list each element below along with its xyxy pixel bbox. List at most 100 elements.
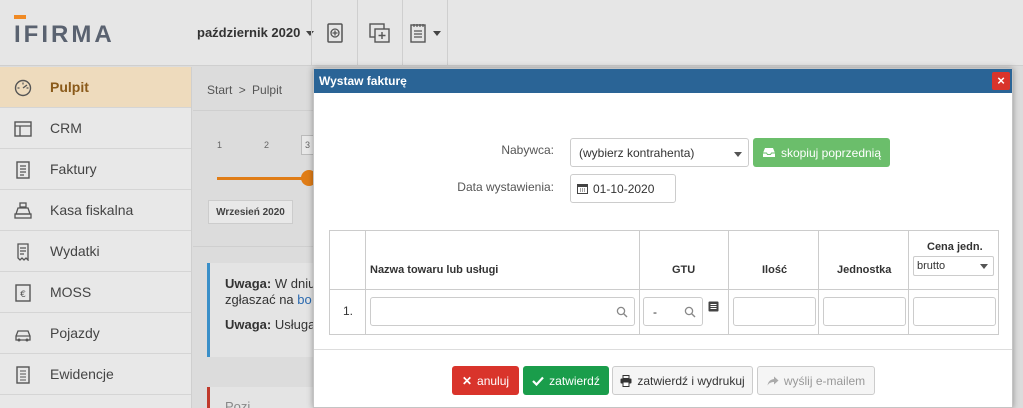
sidebar-item-kasa-fiskalna[interactable]: Kasa fiskalna <box>0 190 191 231</box>
logo-text: IFIRMA <box>14 21 115 48</box>
sidebar-item-wydatki[interactable]: Wydatki <box>0 231 191 272</box>
cancel-button[interactable]: ✕ anuluj <box>452 366 519 395</box>
sidebar-item-label: Pojazdy <box>50 325 100 341</box>
chevron-down-icon <box>734 152 742 157</box>
close-icon[interactable]: × <box>992 72 1010 90</box>
sidebar-item-label: Ewidencje <box>50 366 114 382</box>
confirm-print-button[interactable]: zatwierdź i wydrukuj <box>612 366 753 395</box>
ifirma-logo[interactable]: IFIRMA <box>14 15 124 51</box>
check-icon <box>532 376 544 386</box>
breadcrumb-start[interactable]: Start <box>207 83 232 97</box>
gtu-input[interactable]: - <box>643 297 703 326</box>
buyer-select-value: (wybierz kontrahenta) <box>579 146 695 160</box>
item-name-input[interactable] <box>370 297 635 326</box>
buyer-label: Nabywca: <box>501 143 554 157</box>
add-window-icon <box>369 23 390 43</box>
calendar-icon <box>577 184 588 194</box>
send-email-button[interactable]: wyślij e-mailem <box>757 366 875 395</box>
col-number <box>330 231 366 334</box>
copy-previous-label: skopiuj poprzednią <box>780 145 882 160</box>
notice-line-1: Uwaga: W dniu <box>225 276 316 291</box>
close-icon: ✕ <box>461 373 473 388</box>
notice-line-3: Uwaga: Usługa <box>225 317 316 332</box>
header-divider <box>330 289 998 290</box>
notes-icon <box>410 24 426 43</box>
issue-date-field[interactable]: 01-10-2020 <box>570 174 676 203</box>
price-type-select[interactable]: brutto <box>913 256 994 276</box>
gtu-value: - <box>653 305 657 319</box>
new-document-button[interactable] <box>311 0 357 66</box>
confirm-button[interactable]: zatwierdź <box>523 366 609 395</box>
sidebar-item-pulpit[interactable]: Pulpit <box>0 67 191 108</box>
breadcrumb: Start > Pulpit <box>207 83 282 97</box>
step-number: 2 <box>264 140 270 150</box>
header-name: Nazwa towaru lub usługi <box>370 264 499 276</box>
svg-text:€: € <box>20 290 26 300</box>
share-icon <box>767 376 779 385</box>
date-label: Data wystawienia: <box>457 180 554 194</box>
chevron-down-icon <box>433 30 441 36</box>
search-icon <box>684 306 696 318</box>
sidebar-item-label: CRM <box>50 120 82 136</box>
sidebar: Pulpit CRM Faktury Kasa fiskalna Wydatki… <box>0 67 192 408</box>
buyer-select[interactable]: (wybierz kontrahenta) <box>570 138 749 167</box>
sidebar-item-ewidencje[interactable]: Ewidencje <box>0 354 191 395</box>
step-number: 1 <box>217 140 223 150</box>
step-number: 3 <box>305 140 311 150</box>
copy-previous-button[interactable]: skopiuj poprzednią <box>753 138 890 167</box>
add-window-button[interactable] <box>357 0 402 66</box>
page-edge <box>1013 67 1023 408</box>
car-icon <box>15 330 31 342</box>
issue-date-value: 01-10-2020 <box>593 182 655 196</box>
dashboard-icon <box>14 79 32 97</box>
moss-icon: € <box>15 284 31 302</box>
crm-icon <box>14 121 32 137</box>
sidebar-item-label: Wydatki <box>50 243 100 259</box>
expenses-icon <box>17 243 29 261</box>
breadcrumb-current: Pulpit <box>252 83 283 97</box>
print-icon <box>620 374 632 387</box>
unit-price-input[interactable] <box>913 297 996 326</box>
top-header: IFIRMA październik 2020 <box>0 0 1023 66</box>
dialog-footer-divider <box>314 349 1012 350</box>
sidebar-item-crm[interactable]: CRM <box>0 108 191 149</box>
records-icon <box>16 366 30 384</box>
sidebar-item-pojazdy[interactable]: Pojazdy <box>0 313 191 354</box>
month-label-box: Wrzesień 2020 <box>208 200 293 224</box>
send-email-label: wyślij e-mailem <box>783 373 866 388</box>
sidebar-item-faktury[interactable]: Faktury <box>0 149 191 190</box>
inbox-icon <box>762 148 775 157</box>
month-label: październik 2020 <box>197 25 301 40</box>
list-icon[interactable] <box>708 301 719 312</box>
cancel-label: anuluj <box>477 373 510 388</box>
month-selector[interactable]: październik 2020 <box>197 25 315 40</box>
sidebar-item-label: MOSS <box>50 284 92 300</box>
breadcrumb-separator: > <box>238 83 246 97</box>
price-type-value: brutto <box>917 260 946 272</box>
notice2-text: Pozi <box>225 399 251 408</box>
header-unit: Jednostka <box>837 264 892 276</box>
sidebar-item-label: Faktury <box>50 161 97 177</box>
notice-link[interactable]: bo <box>297 292 311 307</box>
invoice-dialog: Wystaw fakturę × Nabywca: (wybierz kontr… <box>313 68 1013 408</box>
new-document-icon <box>326 23 343 43</box>
cash-register-icon <box>14 202 32 219</box>
header-qty: Ilość <box>762 264 788 276</box>
sidebar-item-moss[interactable]: € MOSS <box>0 272 191 313</box>
unit-input[interactable] <box>823 297 906 326</box>
quantity-input[interactable] <box>733 297 816 326</box>
confirm-print-label: zatwierdź i wydrukuj <box>637 373 745 388</box>
notice-line-2: zgłaszać na bo <box>225 292 312 307</box>
header-gtu: GTU <box>672 264 696 276</box>
sidebar-item-label: Pulpit <box>50 79 89 95</box>
chevron-down-icon <box>980 264 988 269</box>
logo-accent <box>14 15 26 19</box>
row-number: 1. <box>343 304 354 318</box>
header-price: Cena jedn. <box>927 241 983 253</box>
notes-menu-button[interactable] <box>402 0 448 66</box>
sidebar-item-label: Kasa fiskalna <box>50 202 134 218</box>
confirm-label: zatwierdź <box>549 373 600 388</box>
dialog-title: Wystaw fakturę <box>314 69 1012 93</box>
invoice-icon <box>16 161 30 179</box>
search-icon <box>616 306 628 318</box>
